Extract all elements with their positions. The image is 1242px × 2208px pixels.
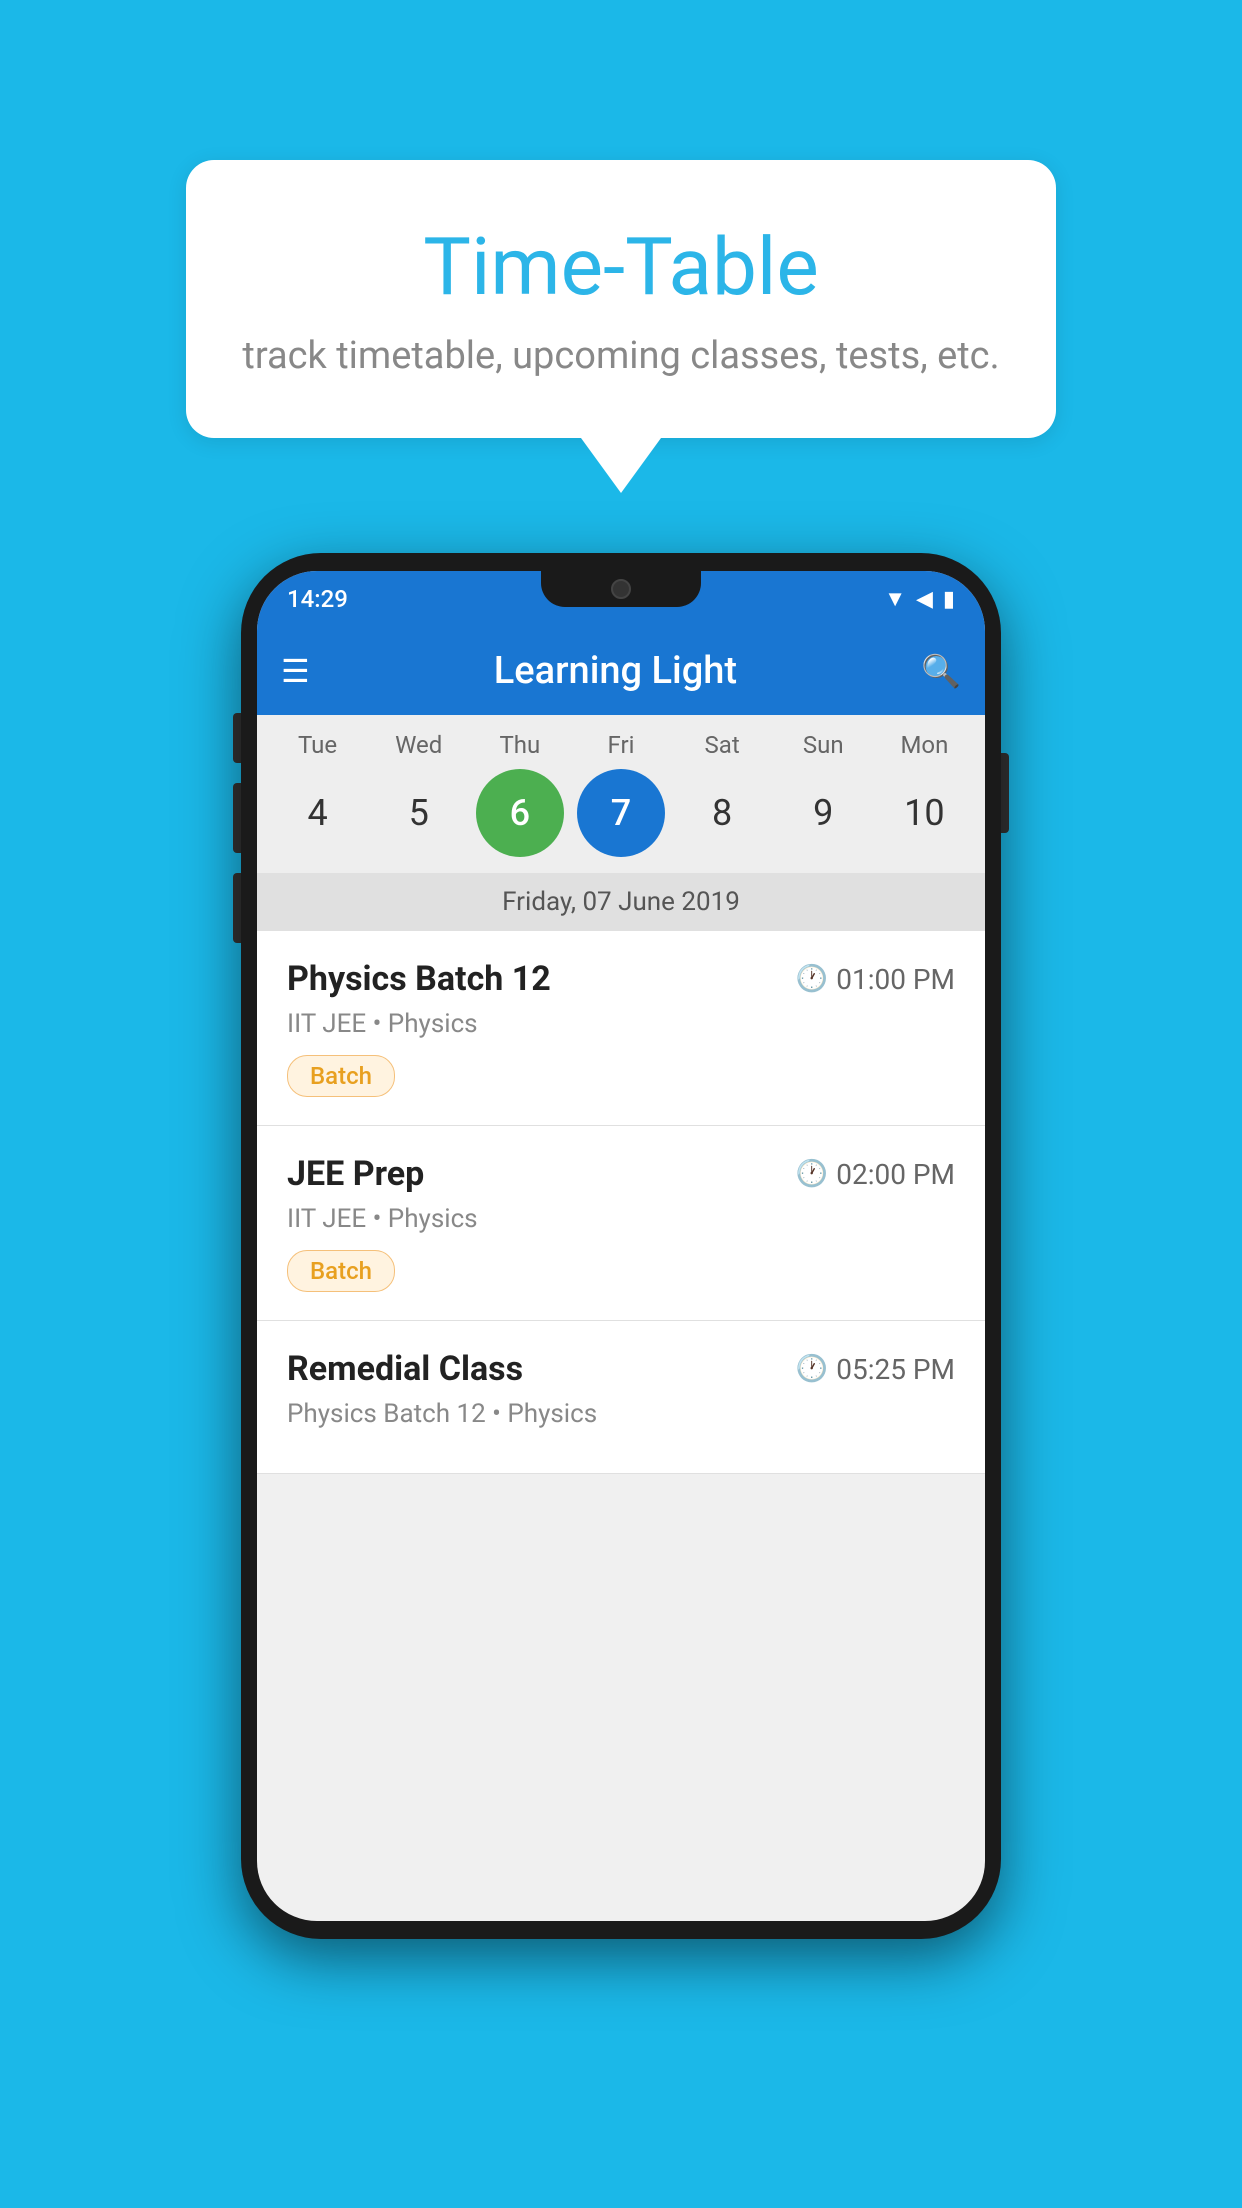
day-4[interactable]: 4	[274, 769, 362, 857]
day-numbers: 4 5 6 7 8 9 10	[257, 759, 985, 873]
batch-badge-1: Batch	[287, 1055, 395, 1097]
schedule-item-2-time: 🕐 02:00 PM	[796, 1158, 955, 1191]
clock-icon-1: 🕐	[796, 964, 828, 994]
camera	[611, 579, 631, 599]
day-header-sat: Sat	[678, 731, 766, 759]
day-6-today[interactable]: 6	[476, 769, 564, 857]
feature-title: Time-Table	[236, 220, 1006, 314]
menu-icon[interactable]: ☰	[281, 652, 310, 690]
schedule-item-2[interactable]: JEE Prep 🕐 02:00 PM IIT JEE • Physics Ba…	[257, 1126, 985, 1321]
schedule-list: Physics Batch 12 🕐 01:00 PM IIT JEE • Ph…	[257, 931, 985, 1474]
day-9[interactable]: 9	[779, 769, 867, 857]
schedule-item-3-time: 🕐 05:25 PM	[796, 1353, 955, 1386]
status-time: 14:29	[287, 585, 348, 613]
schedule-item-1-title: Physics Batch 12	[287, 959, 551, 999]
search-icon[interactable]: 🔍	[921, 652, 961, 690]
schedule-item-3[interactable]: Remedial Class 🕐 05:25 PM Physics Batch …	[257, 1321, 985, 1474]
day-5[interactable]: 5	[375, 769, 463, 857]
schedule-item-1-header: Physics Batch 12 🕐 01:00 PM	[287, 959, 955, 999]
day-headers: Tue Wed Thu Fri Sat Sun Mon	[257, 731, 985, 759]
selected-date-label: Friday, 07 June 2019	[257, 873, 985, 931]
feature-subtitle: track timetable, upcoming classes, tests…	[236, 334, 1006, 378]
day-header-tue: Tue	[274, 731, 362, 759]
side-button-power	[1001, 753, 1009, 833]
phone-mockup: 14:29 ▼ ◀ ▮ ☰ Learning Light 🔍 Tue Wed T…	[241, 553, 1001, 1939]
status-icons: ▼ ◀ ▮	[884, 586, 955, 612]
phone-screen: 14:29 ▼ ◀ ▮ ☰ Learning Light 🔍 Tue Wed T…	[257, 571, 985, 1921]
schedule-item-2-sub: IIT JEE • Physics	[287, 1204, 955, 1234]
calendar-week: Tue Wed Thu Fri Sat Sun Mon 4 5 6 7 8 9 …	[257, 715, 985, 931]
signal-icon: ◀	[916, 587, 933, 612]
clock-icon-3: 🕐	[796, 1354, 828, 1384]
schedule-item-3-title: Remedial Class	[287, 1349, 523, 1389]
speech-bubble: Time-Table track timetable, upcoming cla…	[186, 160, 1056, 438]
phone-notch	[541, 571, 701, 607]
side-button-volume-down	[233, 873, 241, 943]
day-header-thu: Thu	[476, 731, 564, 759]
batch-badge-2: Batch	[287, 1250, 395, 1292]
app-title: Learning Light	[310, 649, 921, 693]
day-header-fri: Fri	[577, 731, 665, 759]
phone-frame: 14:29 ▼ ◀ ▮ ☰ Learning Light 🔍 Tue Wed T…	[241, 553, 1001, 1939]
side-button-left-1	[233, 713, 241, 763]
schedule-item-3-sub: Physics Batch 12 • Physics	[287, 1399, 955, 1429]
clock-icon-2: 🕐	[796, 1159, 828, 1189]
battery-icon: ▮	[943, 587, 955, 612]
speech-bubble-container: Time-Table track timetable, upcoming cla…	[186, 160, 1056, 493]
schedule-item-2-title: JEE Prep	[287, 1154, 424, 1194]
side-button-volume-up	[233, 783, 241, 853]
day-header-mon: Mon	[880, 731, 968, 759]
schedule-item-3-header: Remedial Class 🕐 05:25 PM	[287, 1349, 955, 1389]
day-8[interactable]: 8	[678, 769, 766, 857]
schedule-item-1[interactable]: Physics Batch 12 🕐 01:00 PM IIT JEE • Ph…	[257, 931, 985, 1126]
day-header-sun: Sun	[779, 731, 867, 759]
app-bar: ☰ Learning Light 🔍	[257, 627, 985, 715]
speech-bubble-tail	[581, 438, 661, 493]
day-10[interactable]: 10	[880, 769, 968, 857]
day-header-wed: Wed	[375, 731, 463, 759]
schedule-item-1-time: 🕐 01:00 PM	[796, 963, 955, 996]
wifi-icon: ▼	[884, 586, 906, 612]
schedule-item-2-header: JEE Prep 🕐 02:00 PM	[287, 1154, 955, 1194]
day-7-selected[interactable]: 7	[577, 769, 665, 857]
schedule-item-1-sub: IIT JEE • Physics	[287, 1009, 955, 1039]
